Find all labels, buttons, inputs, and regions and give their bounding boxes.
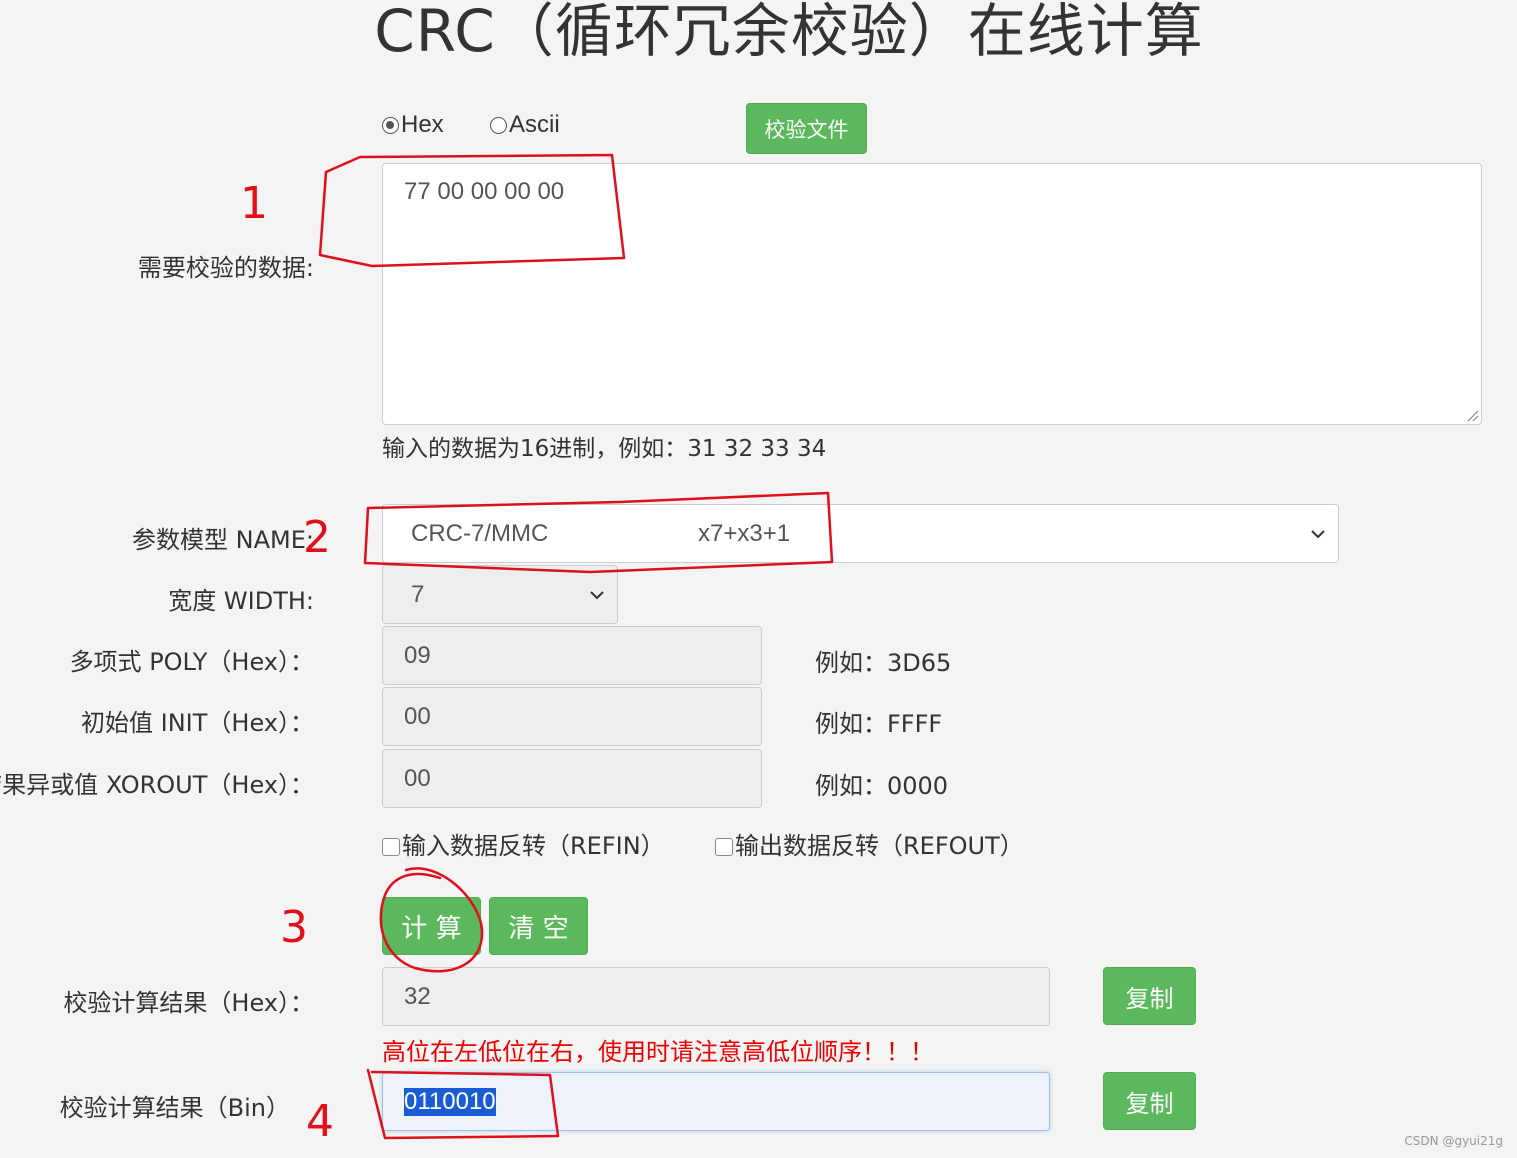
bit-order-warning: 高位在左低位在右，使用时请注意高低位顺序！！！ (382, 1038, 934, 1066)
param-model-poly: x7+x3+1 (698, 519, 791, 547)
data-input-value: 77 00 00 00 00 (404, 178, 565, 205)
poly-label: 多项式 POLY（Hex）： (69, 648, 314, 676)
refout-checkbox[interactable]: 输出数据反转（REFOUT） (715, 826, 1024, 861)
result-bin-output[interactable]: 0110010 (382, 1072, 1050, 1131)
ascii-radio-indicator[interactable] (490, 116, 507, 134)
refin-checkbox[interactable]: 输入数据反转（REFIN） (382, 826, 665, 861)
copy-bin-button[interactable]: 复制 (1103, 1072, 1196, 1130)
hex-radio-label: Hex (401, 111, 444, 138)
width-label: 宽度 WIDTH: (168, 587, 314, 615)
poly-example: 例如：3D65 (815, 649, 952, 677)
xorout-example: 例如：0000 (815, 772, 949, 800)
clear-button[interactable]: 清 空 (489, 897, 588, 955)
result-hex-label: 校验计算结果（Hex）： (63, 989, 314, 1017)
result-bin-label: 校验计算结果（Bin） (59, 1094, 290, 1122)
data-input-hint: 输入的数据为16进制，例如：31 32 33 34 (382, 436, 827, 462)
init-label: 初始值 INIT（Hex）： (81, 709, 314, 737)
param-model-name: CRC-7/MMC (411, 519, 549, 547)
watermark: CSDN @gyui21g (1404, 1134, 1503, 1148)
init-input[interactable]: 00 (382, 687, 762, 746)
data-input-textarea[interactable]: 77 00 00 00 00 (382, 163, 1482, 425)
init-value: 00 (404, 702, 431, 730)
verify-file-button[interactable]: 校验文件 (746, 103, 867, 154)
xorout-input[interactable]: 00 (382, 749, 762, 808)
xorout-value: 00 (404, 764, 431, 792)
refout-label: 输出数据反转（REFOUT） (735, 832, 1024, 860)
annotation-number-4: 4 (306, 1096, 334, 1147)
copy-hex-button[interactable]: 复制 (1103, 967, 1196, 1025)
width-value: 7 (411, 580, 425, 608)
annotation-number-1: 1 (240, 178, 268, 229)
chevron-down-icon (1311, 529, 1325, 538)
calculate-button[interactable]: 计 算 (382, 897, 481, 955)
data-input-label: 需要校验的数据: (137, 254, 314, 282)
refout-checkbox-box[interactable] (715, 838, 733, 856)
ascii-radio[interactable]: Ascii (490, 111, 560, 139)
refin-label: 输入数据反转（REFIN） (402, 832, 665, 860)
refin-checkbox-box[interactable] (382, 838, 400, 856)
hex-radio-indicator[interactable] (382, 116, 399, 134)
param-model-select[interactable]: CRC-7/MMC x7+x3+1 (382, 504, 1339, 563)
hex-radio[interactable]: Hex (382, 111, 444, 139)
init-example: 例如：FFFF (815, 710, 943, 738)
chevron-down-icon (590, 590, 604, 599)
width-select[interactable]: 7 (382, 565, 618, 624)
ascii-radio-label: Ascii (509, 111, 560, 138)
poly-value: 09 (404, 641, 431, 669)
xorout-label: 结果异或值 XOROUT（Hex）： (0, 771, 314, 799)
result-hex-output[interactable]: 32 (382, 967, 1050, 1026)
param-model-label: 参数模型 NAME: (132, 526, 314, 554)
annotation-number-3: 3 (280, 902, 308, 953)
result-hex-value: 32 (404, 982, 431, 1010)
result-bin-value: 0110010 (404, 1087, 496, 1116)
page-title: CRC（循环冗余校验）在线计算 (374, 0, 1204, 65)
resize-grip-icon[interactable] (1467, 410, 1479, 422)
poly-input[interactable]: 09 (382, 626, 762, 685)
